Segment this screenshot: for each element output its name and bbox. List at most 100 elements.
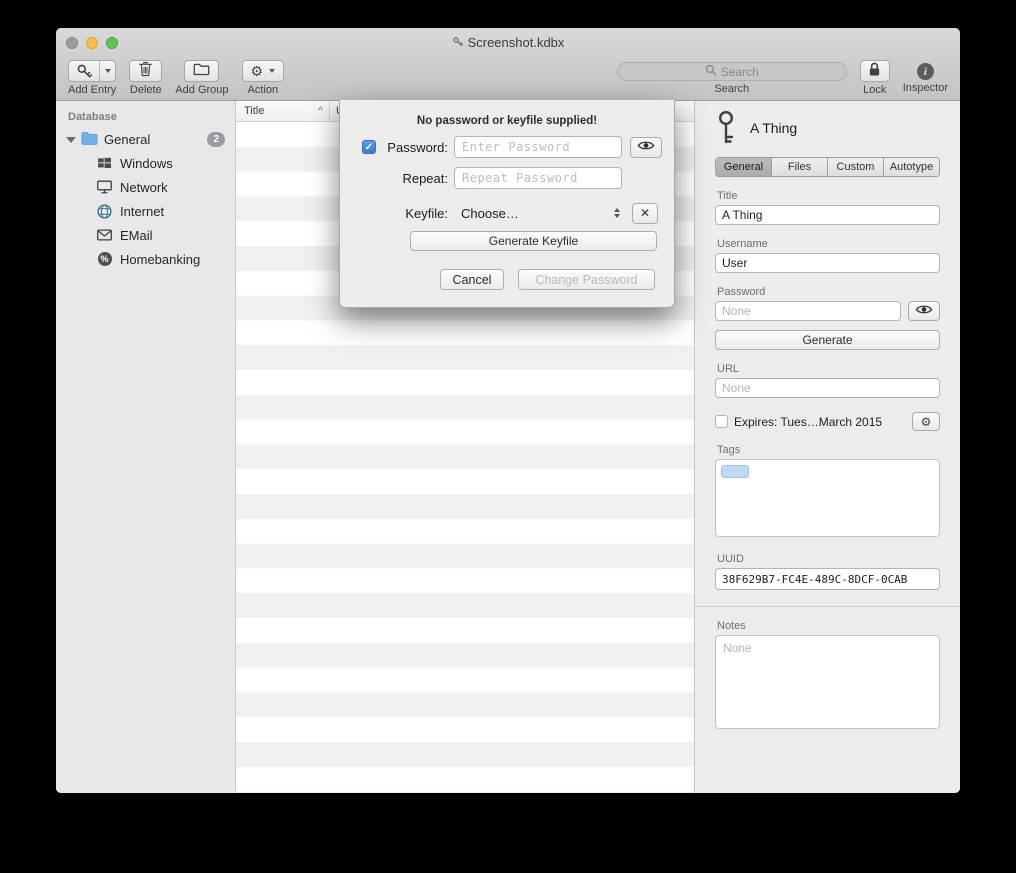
search-icon: [705, 64, 717, 79]
title-label: Title: [717, 190, 940, 202]
envelope-icon: [96, 229, 113, 241]
zoom-button[interactable]: [106, 37, 118, 49]
dialog-message: No password or keyfile supplied!: [340, 115, 674, 127]
sidebar-item-internet[interactable]: Internet: [56, 199, 235, 223]
title-value: A Thing: [722, 208, 762, 222]
enter-password-placeholder: Enter Password: [462, 140, 570, 154]
dialog-keyfile-row: Keyfile: Choose… ✕: [362, 202, 654, 224]
traffic-lights: [66, 28, 118, 57]
coin-icon: %: [96, 252, 113, 266]
password-field[interactable]: None: [715, 301, 901, 321]
username-field[interactable]: User: [715, 253, 940, 273]
key-plus-icon: [69, 61, 99, 81]
action-label: Action: [248, 84, 279, 96]
folder-plus-icon: [193, 62, 210, 81]
add-group-button[interactable]: Add Group: [175, 60, 228, 96]
sidebar-item-label: Windows: [120, 156, 173, 171]
window-chrome: Screenshot.kdbx Add Entry: [56, 28, 960, 101]
windows-icon: [96, 157, 113, 169]
titlebar[interactable]: Screenshot.kdbx: [56, 28, 960, 57]
keyfile-popup-value: Choose…: [461, 206, 519, 221]
username-label: Username: [717, 238, 940, 250]
eye-icon: [637, 138, 655, 156]
cancel-button[interactable]: Cancel: [440, 269, 504, 290]
clear-x-icon: ✕: [640, 206, 650, 220]
sidebar-item-email[interactable]: EMail: [56, 223, 235, 247]
search-input[interactable]: Search: [617, 62, 847, 81]
dialog-repeat-row: Repeat: Repeat Password: [362, 167, 654, 189]
tab-custom[interactable]: Custom: [828, 158, 884, 176]
close-button[interactable]: [66, 37, 78, 49]
enter-password-field[interactable]: Enter Password: [454, 136, 622, 158]
key-icon: [715, 110, 737, 147]
tab-files[interactable]: Files: [772, 158, 828, 176]
window-title-wrap: Screenshot.kdbx: [452, 35, 565, 50]
notes-field[interactable]: None: [715, 635, 940, 729]
expires-label: Expires: Tues…March 2015: [734, 415, 906, 429]
expires-settings-button[interactable]: ⚙: [912, 412, 940, 431]
sidebar-item-label: Internet: [120, 204, 164, 219]
tags-label: Tags: [717, 444, 940, 456]
minimize-button[interactable]: [86, 37, 98, 49]
tags-field[interactable]: [715, 459, 940, 537]
divider: [695, 606, 960, 607]
search-area: Search Search: [617, 60, 847, 95]
add-group-label: Add Group: [175, 84, 228, 96]
uuid-value: 38F629B7-FC4E-489C-8DCF-0CAB: [722, 573, 907, 586]
expires-row: Expires: Tues…March 2015 ⚙: [715, 412, 940, 431]
entry-title: A Thing: [750, 120, 797, 136]
percent-glyph: %: [98, 252, 112, 266]
add-entry-dropdown[interactable]: [99, 61, 115, 81]
info-icon: i: [917, 63, 934, 80]
uuid-field[interactable]: 38F629B7-FC4E-489C-8DCF-0CAB: [715, 568, 940, 590]
change-password-button[interactable]: Change Password: [518, 269, 655, 290]
expires-checkbox[interactable]: [715, 415, 728, 428]
sidebar-item-windows[interactable]: Windows: [56, 151, 235, 175]
change-password-dialog: No password or keyfile supplied! ✓ Passw…: [339, 100, 675, 308]
clear-keyfile-button[interactable]: ✕: [632, 203, 658, 224]
inspector-button[interactable]: i Inspector: [903, 60, 948, 94]
sidebar-group-label: General: [104, 132, 207, 147]
tab-general[interactable]: General: [716, 158, 772, 176]
column-title-label: Title: [244, 105, 264, 117]
dialog-keyfile-label: Keyfile:: [380, 206, 448, 221]
inspector-header: A Thing: [715, 109, 940, 147]
password-checkbox[interactable]: ✓: [362, 140, 376, 154]
disclosure-triangle-icon[interactable]: [66, 137, 76, 143]
delete-button[interactable]: Delete: [129, 60, 162, 96]
sidebar-item-label: Network: [120, 180, 168, 195]
lock-button[interactable]: Lock: [860, 60, 890, 96]
title-field[interactable]: A Thing: [715, 205, 940, 225]
password-label: Password: [717, 286, 940, 298]
dialog-password-row: ✓ Password: Enter Password: [362, 136, 654, 158]
keyfile-popup-button[interactable]: Choose…: [454, 202, 624, 224]
delete-label: Delete: [130, 84, 162, 96]
app-window: Screenshot.kdbx Add Entry: [56, 28, 960, 793]
toolbar: Add Entry Delete: [56, 57, 960, 100]
generate-keyfile-button[interactable]: Generate Keyfile: [410, 231, 657, 251]
reveal-password-button[interactable]: [908, 301, 940, 321]
chevron-down-icon: [105, 69, 111, 73]
add-entry-button[interactable]: Add Entry: [68, 60, 116, 96]
sidebar-item-label: Homebanking: [120, 252, 200, 267]
reveal-dialog-password-button[interactable]: [630, 137, 662, 158]
url-field[interactable]: None: [715, 378, 940, 398]
action-button[interactable]: ⚙ Action: [242, 60, 285, 96]
column-header-title[interactable]: Title ^: [236, 101, 330, 121]
chevron-down-icon: [269, 69, 275, 73]
sidebar-header: Database: [56, 107, 235, 128]
stepper-icon: [614, 208, 620, 218]
tag-chip[interactable]: [721, 465, 749, 478]
folder-icon: [81, 131, 98, 148]
tab-autotype[interactable]: Autotype: [884, 158, 939, 176]
repeat-password-field[interactable]: Repeat Password: [454, 167, 622, 189]
toolbar-right-group: Search Search Lock i: [617, 60, 948, 96]
sidebar-item-network[interactable]: Network: [56, 175, 235, 199]
generate-password-button[interactable]: Generate: [715, 330, 940, 350]
trash-icon: [138, 60, 153, 82]
add-entry-label: Add Entry: [68, 84, 116, 96]
sidebar-group-general[interactable]: General 2: [56, 128, 235, 151]
sidebar-item-homebanking[interactable]: % Homebanking: [56, 247, 235, 271]
document-proxy-icon: [452, 35, 463, 50]
search-placeholder: Search: [721, 65, 759, 79]
